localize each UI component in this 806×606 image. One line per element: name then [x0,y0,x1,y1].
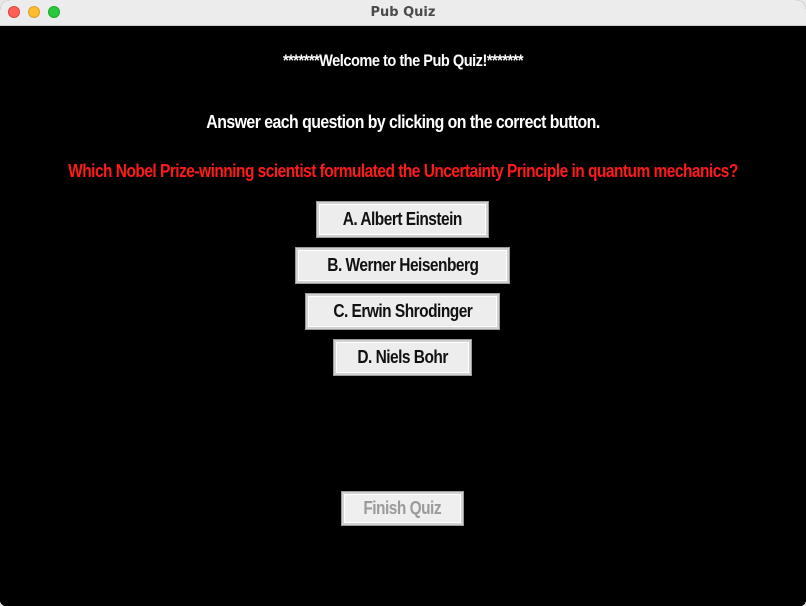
quiz-panel: *******Welcome to the Pub Quiz!******* A… [0,26,806,606]
finish-quiz-button[interactable]: Finish Quiz [341,491,464,526]
title-bar: Pub Quiz [0,0,806,26]
instruction-text: Answer each question by clicking on the … [206,112,600,132]
window-title: Pub Quiz [370,5,436,20]
app-window: Pub Quiz *******Welcome to the Pub Quiz!… [0,0,806,606]
question-text: Which Nobel Prize-winning scientist form… [68,161,738,181]
welcome-heading: *******Welcome to the Pub Quiz!******* [282,51,524,70]
answer-a-label: A. Albert Einstein [342,209,463,229]
answer-b-button[interactable]: B. Werner Heisenberg [295,247,510,284]
answer-c-button[interactable]: C. Erwin Shrodinger [305,293,500,330]
answer-d-label: D. Niels Bohr [357,347,448,367]
answer-d-button[interactable]: D. Niels Bohr [333,339,472,376]
answer-b-label: B. Werner Heisenberg [326,255,479,275]
answer-c-label: C. Erwin Shrodinger [333,301,473,321]
answer-a-button[interactable]: A. Albert Einstein [316,201,489,238]
finish-quiz-label: Finish Quiz [363,498,442,518]
